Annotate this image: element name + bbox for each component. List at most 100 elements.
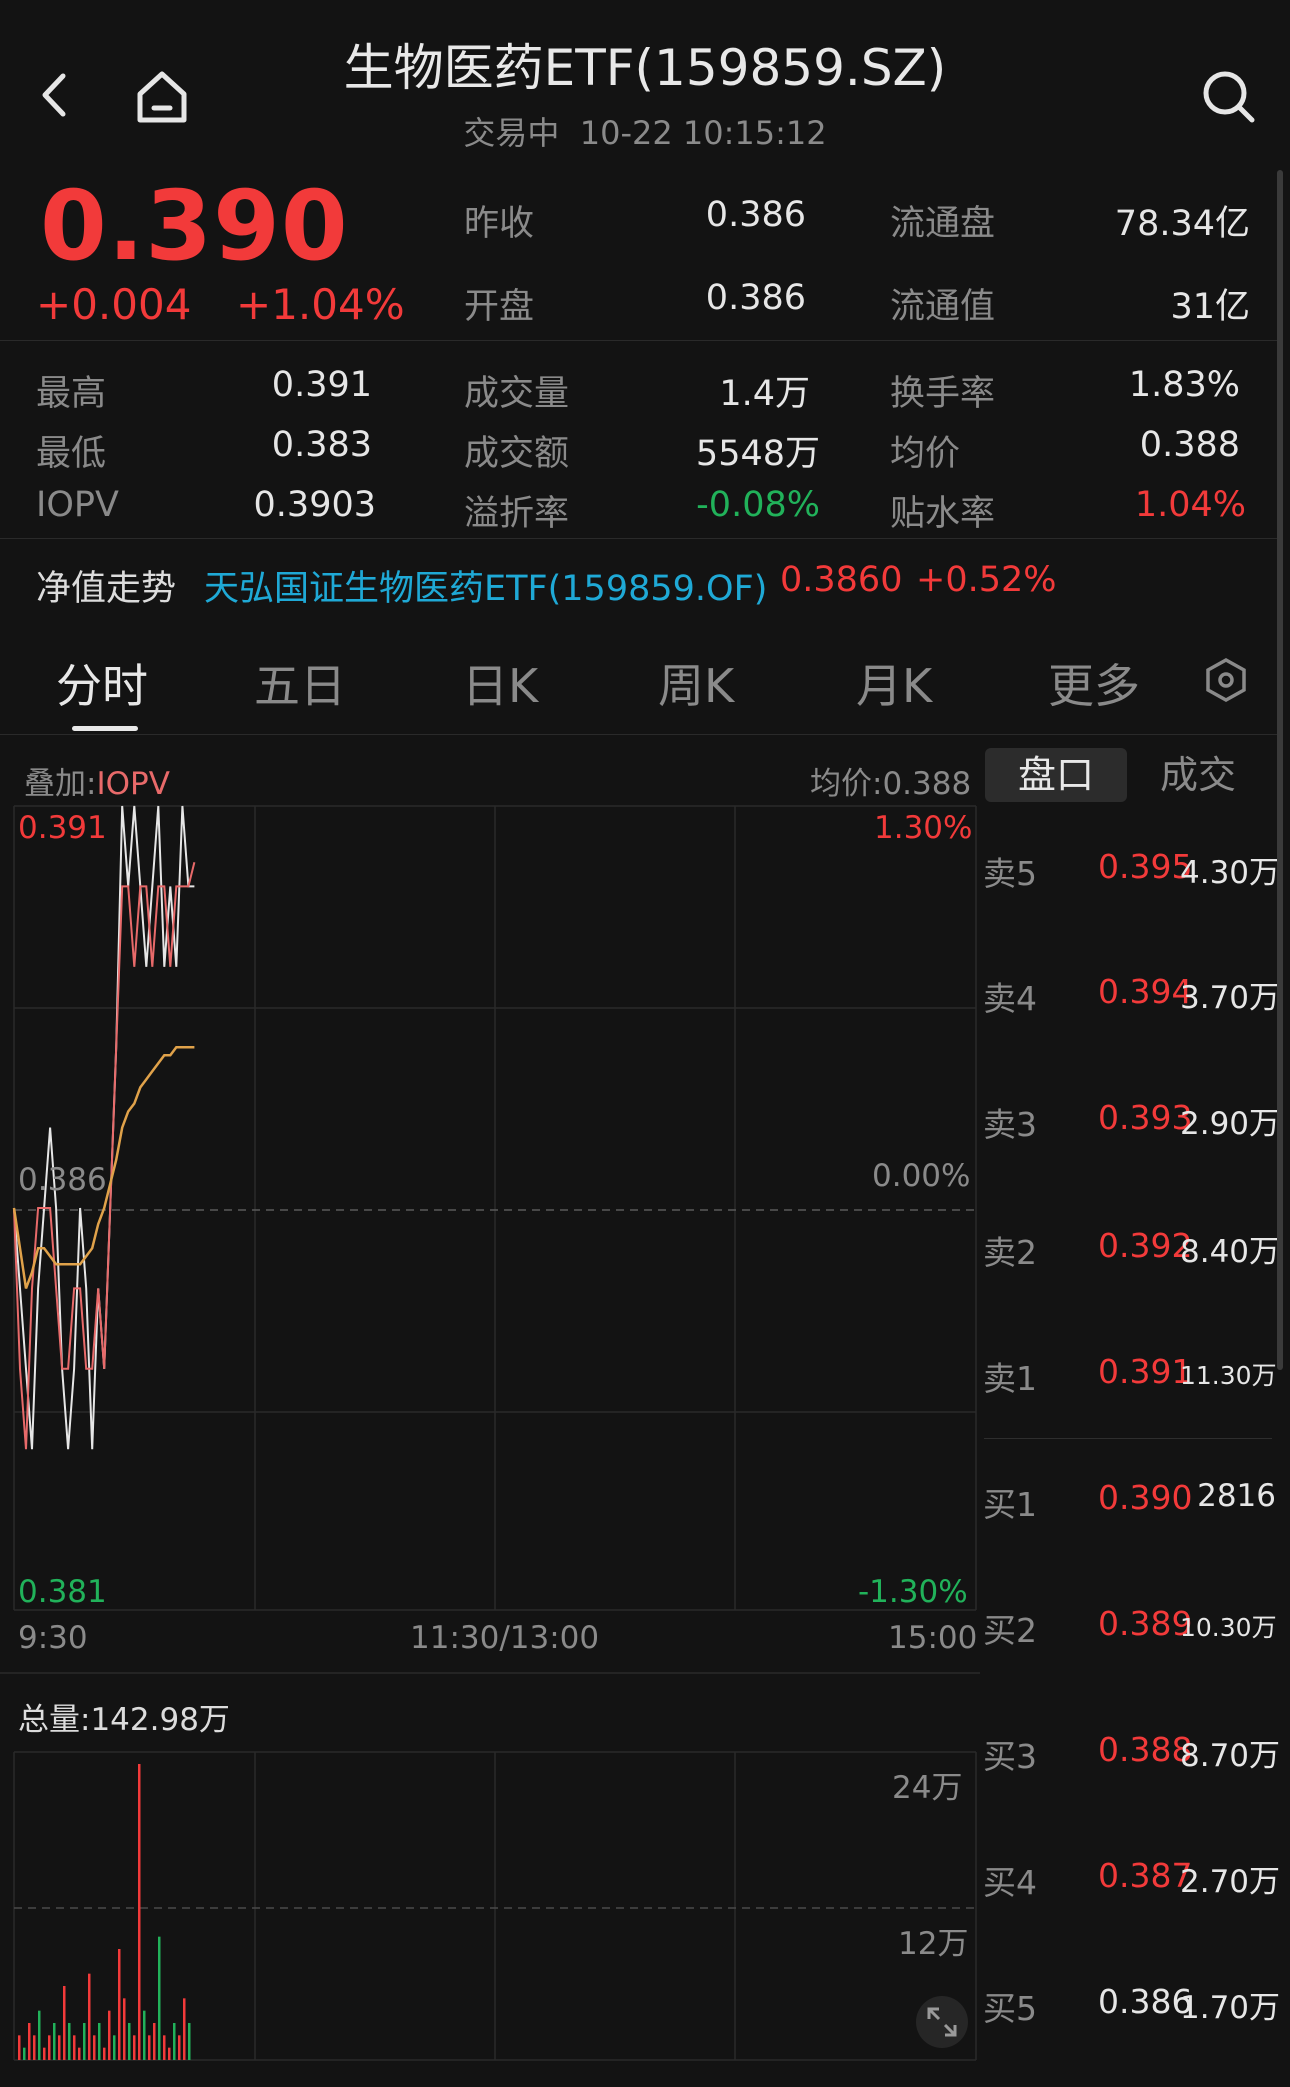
chart-settings-button[interactable] — [1198, 652, 1254, 708]
stat-label-volume: 成交量 — [464, 374, 570, 414]
nav-fund-link[interactable]: 天弘国证生物医药ETF(159859.OF) — [204, 560, 767, 611]
stat-value-turnover: 5548万 — [695, 434, 820, 474]
orderbook-bid-price[interactable]: 0.389 — [1098, 1604, 1192, 1643]
orderbook-bid-label: 买5 — [983, 1989, 1037, 2028]
volume-bar — [183, 1998, 186, 2060]
chart-lines — [12, 805, 196, 1450]
orderbook-ask-volume: 3.70万 — [1180, 980, 1281, 1016]
tab-daily-k[interactable]: 日K — [462, 650, 538, 716]
last-price: 0.390 — [40, 170, 349, 282]
stat-label-high: 最高 — [36, 374, 107, 414]
y-axis-high: 0.391 — [18, 810, 107, 846]
tab-monthly-k[interactable]: 月K — [856, 650, 932, 716]
volume-bar — [133, 2035, 136, 2060]
chart-grid — [0, 805, 980, 2061]
volume-bar — [118, 1949, 121, 2060]
orderbook-ask-price[interactable]: 0.394 — [1098, 972, 1192, 1011]
tab-order-book[interactable]: 盘口 — [985, 748, 1127, 802]
volume-bar — [173, 2023, 176, 2060]
orderbook-ask-price[interactable]: 0.392 — [1098, 1226, 1192, 1265]
expand-chart-button[interactable] — [916, 1996, 968, 2048]
orderbook-ask-label: 卖1 — [983, 1359, 1037, 1398]
orderbook-ask-volume: 4.30万 — [1180, 855, 1281, 891]
volume-bar — [188, 2023, 191, 2060]
volume-bars — [18, 1764, 191, 2060]
volume-bar — [168, 2047, 171, 2060]
orderbook-ask-label: 卖4 — [983, 979, 1037, 1018]
search-icon — [1203, 71, 1255, 123]
timestamp: 10-22 10:15:12 — [579, 114, 827, 152]
tab-intraday[interactable]: 分时 — [56, 650, 148, 716]
tab-more[interactable]: 更多 — [1048, 650, 1140, 716]
stat-label-turnover-rate: 换手率 — [890, 374, 996, 414]
volume-bar — [73, 2035, 76, 2060]
volume-bar — [138, 1764, 141, 2060]
orderbook-divider — [984, 1438, 1272, 1439]
stat-value-volume: 1.4万 — [719, 374, 810, 414]
orderbook-bid-price[interactable]: 0.390 — [1098, 1478, 1192, 1517]
orderbook-bid-price[interactable]: 0.388 — [1098, 1730, 1192, 1769]
overlay-label[interactable]: 叠加:IOPV — [24, 758, 170, 803]
page-title: 生物医药ETF(159859.SZ) — [343, 39, 947, 97]
tab-five-day[interactable]: 五日 — [254, 650, 346, 716]
tab-weekly-k[interactable]: 周K — [658, 650, 734, 716]
volume-bar — [43, 2047, 46, 2060]
stat-label-discount: 贴水率 — [890, 494, 996, 534]
stat-label-premium: 溢折率 — [464, 494, 570, 534]
orderbook-ask-label: 卖2 — [983, 1233, 1037, 1272]
orderbook-ask-volume: 11.30万 — [1180, 1361, 1277, 1390]
stat-label-float-shares: 流通盘 — [890, 204, 996, 244]
nav-change: +0.52% — [916, 560, 1057, 600]
nav-trend-label: 净值走势 — [36, 569, 177, 609]
pct-axis-mid: 0.00% — [872, 1158, 971, 1194]
status-text: 交易中 — [463, 114, 560, 152]
orderbook-bid-volume: 2816 — [1197, 1478, 1276, 1514]
tab-trades[interactable]: 成交 — [1160, 748, 1236, 802]
stat-value-avg-price: 0.388 — [1139, 425, 1240, 465]
search-button[interactable] — [1196, 64, 1260, 128]
volume-bar — [148, 2035, 151, 2060]
orderbook-ask-volume: 2.90万 — [1180, 1106, 1281, 1142]
orderbook-bid-price[interactable]: 0.386 — [1098, 1982, 1192, 2021]
orderbook-ask-price[interactable]: 0.393 — [1098, 1098, 1192, 1137]
pct-axis-low: -1.30% — [858, 1574, 968, 1610]
volume-bar — [158, 1936, 161, 2060]
orderbook-bid-volume: 2.70万 — [1180, 1864, 1281, 1900]
stat-value-discount: 1.04% — [1134, 485, 1246, 525]
volume-bar — [103, 2047, 106, 2060]
stat-value-float-shares: 78.34亿 — [1114, 204, 1250, 244]
stat-value-premium: -0.08% — [696, 485, 820, 525]
overlay-name: IOPV — [96, 766, 170, 802]
orderbook-bid-volume: 1.70万 — [1180, 1990, 1281, 2026]
volume-bar — [38, 2010, 41, 2060]
divider — [0, 538, 1278, 539]
volume-bar — [113, 2035, 116, 2060]
intraday-chart[interactable] — [0, 740, 980, 2080]
volume-bar — [128, 2023, 131, 2060]
time-axis-mid: 11:30/13:00 — [410, 1620, 600, 1656]
orderbook-bid-price[interactable]: 0.387 — [1098, 1856, 1192, 1895]
orderbook-bid-label: 买1 — [983, 1485, 1037, 1524]
stat-label-prev-close: 昨收 — [464, 204, 535, 244]
nav-value: 0.3860 — [780, 560, 903, 600]
stat-label-iopv: IOPV — [36, 485, 119, 525]
stat-value-iopv: 0.3903 — [253, 485, 376, 525]
stat-value-open: 0.386 — [705, 278, 806, 318]
price-change: +0.004 — [36, 280, 192, 329]
stat-value-turnover-rate: 1.83% — [1128, 365, 1240, 405]
trading-status: 交易中 10-22 10:15:12 — [0, 108, 1290, 154]
volume-bar — [63, 1986, 66, 2060]
stat-label-float-value: 流通值 — [890, 287, 996, 327]
scrollbar[interactable] — [1277, 170, 1283, 1370]
orderbook-bid-label: 买2 — [983, 1611, 1037, 1650]
time-axis-start: 9:30 — [18, 1620, 88, 1656]
settings-hexagon-icon — [1206, 657, 1246, 703]
volume-bar — [178, 2035, 181, 2060]
orderbook-ask-price[interactable]: 0.395 — [1098, 847, 1192, 886]
orderbook-ask-volume: 8.40万 — [1180, 1234, 1281, 1270]
orderbook-ask-price[interactable]: 0.391 — [1098, 1352, 1192, 1391]
stat-label-low: 最低 — [36, 434, 107, 474]
avg-price-label: 均价:0.388 — [810, 766, 972, 802]
orderbook-bid-label: 买4 — [983, 1863, 1037, 1902]
volume-bar — [98, 2023, 101, 2060]
